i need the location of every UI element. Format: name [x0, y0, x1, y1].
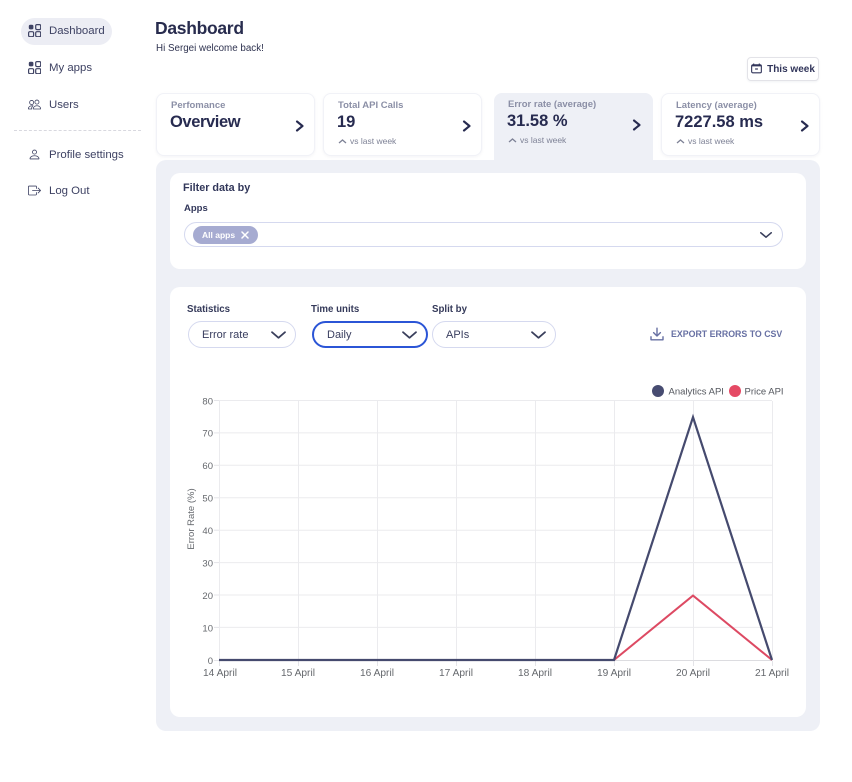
svg-text:Error Rate (%): Error Rate (%) [186, 488, 197, 549]
svg-text:60: 60 [202, 461, 213, 472]
svg-text:0: 0 [208, 656, 213, 667]
svg-text:14 April: 14 April [203, 668, 237, 679]
svg-text:Analytics API: Analytics API [669, 387, 724, 398]
svg-text:30: 30 [202, 559, 213, 570]
svg-text:17 April: 17 April [439, 668, 473, 679]
svg-text:50: 50 [202, 494, 213, 505]
svg-text:16 April: 16 April [360, 668, 394, 679]
svg-text:20: 20 [202, 591, 213, 602]
svg-text:20 April: 20 April [676, 668, 710, 679]
svg-text:19 April: 19 April [597, 668, 631, 679]
svg-text:80: 80 [202, 397, 213, 408]
svg-text:18 April: 18 April [518, 668, 552, 679]
svg-text:21 April: 21 April [755, 668, 789, 679]
svg-text:40: 40 [202, 526, 213, 537]
svg-text:10: 10 [202, 624, 213, 635]
svg-text:70: 70 [202, 429, 213, 440]
svg-text:Price API: Price API [745, 387, 784, 398]
svg-text:15 April: 15 April [281, 668, 315, 679]
